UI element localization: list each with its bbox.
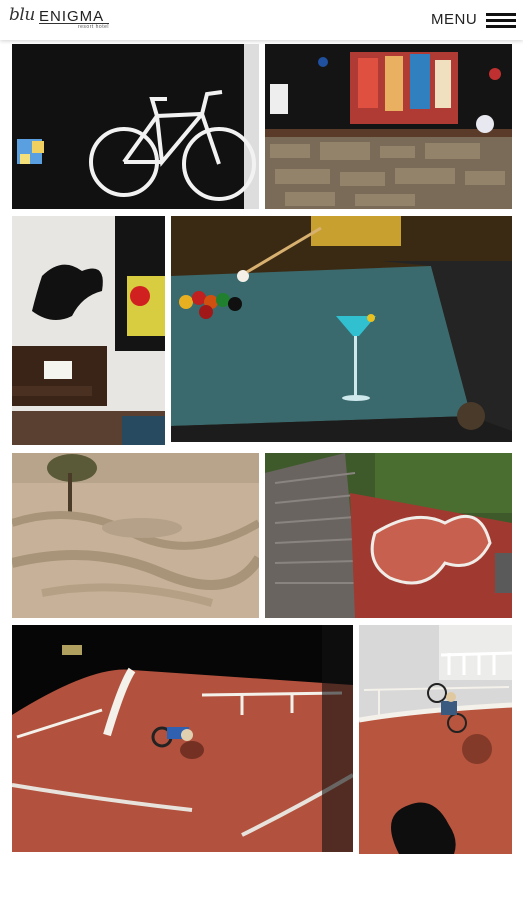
- painting-over-stone-wall-icon: [265, 44, 512, 209]
- gallery-photo-billiards[interactable]: [171, 216, 512, 442]
- bmx-dirt-track-icon: [12, 453, 259, 618]
- top-navigation-bar: blu ENIGMA resort hotel MENU: [0, 0, 523, 40]
- piano-lounge-artwork-icon: [12, 216, 165, 445]
- pool-table-cocktail-icon: [171, 216, 512, 442]
- gallery-photo-dirt-track[interactable]: [12, 453, 259, 618]
- bmx-rider-night-bowl-icon: [12, 625, 353, 852]
- gallery-photo-bicycle[interactable]: [12, 44, 259, 209]
- hamburger-menu-icon[interactable]: [486, 13, 516, 29]
- gallery-photo-skate-bowl[interactable]: [265, 453, 512, 618]
- gallery-photo-painting[interactable]: [265, 44, 512, 209]
- logo-subtitle: resort hotel: [77, 24, 109, 30]
- skate-bowl-aerial-icon: [265, 453, 512, 618]
- bluenigma-logo[interactable]: blu ENIGMA resort hotel: [9, 5, 111, 31]
- gallery-photo-piano[interactable]: [12, 216, 165, 445]
- bmx-rider-bowl-edge-icon: [359, 625, 512, 854]
- gallery-photo-bmx-bowl[interactable]: [359, 625, 512, 854]
- bicycle-wall-art-icon: [12, 44, 259, 209]
- logo-script-text: blu: [9, 5, 35, 25]
- menu-label[interactable]: MENU: [431, 11, 477, 28]
- gallery-photo-bmx-night[interactable]: [12, 625, 353, 852]
